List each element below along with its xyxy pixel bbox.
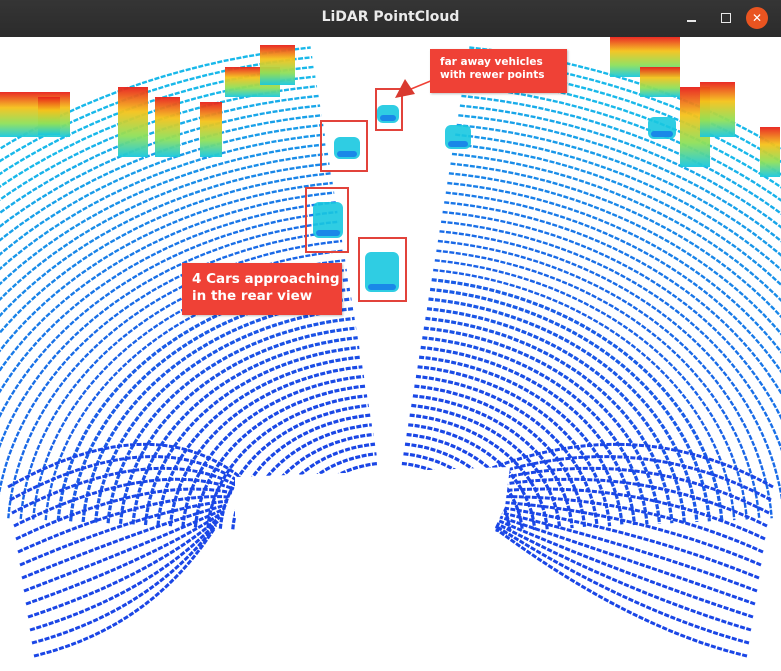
close-icon: ✕ [751,11,763,25]
minimize-button[interactable] [680,7,702,29]
close-button[interactable]: ✕ [746,7,768,29]
vehicle-box-1 [320,120,368,172]
far-vehicles-text: far away vehicles with rewer points [440,56,545,81]
title-bar[interactable]: LiDAR PointCloud ✕ [0,0,781,38]
far-vehicles-callout: far away vehicles with rewer points [430,49,567,93]
pointcloud-canvas[interactable]: far away vehicles with rewer points 4 Ca… [0,37,781,671]
cars-rear-text: 4 Cars approaching in the rear view [192,271,340,304]
minimize-icon [686,14,696,22]
arrow-icon [395,79,434,98]
maximize-icon [721,13,731,23]
maximize-button[interactable] [715,7,737,29]
vehicle-box-2 [305,187,349,253]
cars-rear-callout: 4 Cars approaching in the rear view [182,263,342,315]
vehicle-box-3 [358,237,407,302]
lidar-window: LiDAR PointCloud ✕ far away vehicles wit… [0,0,781,671]
pointcloud-view [0,37,781,671]
window-title: LiDAR PointCloud [321,9,460,25]
